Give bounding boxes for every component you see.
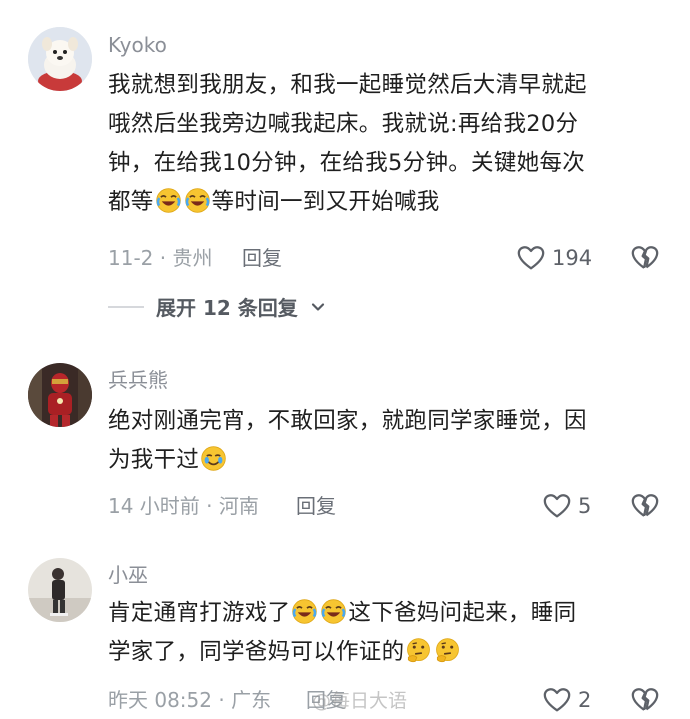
- comment-line: 钟，在给我10分钟，在给我5分钟。关键她每次: [108, 150, 586, 176]
- comment-text: 我就想到我朋友，和我一起睡觉然后大清早就起 哦然后坐我旁边喊我起床。我就说:再给…: [108, 66, 668, 222]
- expand-replies-button[interactable]: 展开 12 条回复: [108, 292, 326, 321]
- comment-text-segment: 肯定通宵打游戏了: [108, 600, 291, 626]
- laughing-crying-emoji-icon: [320, 598, 347, 625]
- comment-text-segment: 学家了，同学爸妈可以作证的: [108, 639, 405, 665]
- like-count: 194: [552, 246, 593, 270]
- like-count: 2: [578, 688, 592, 712]
- comment-text-segment: 都等: [108, 189, 154, 215]
- heart-outline-icon: [542, 491, 572, 521]
- comment-line: 肯定通宵打游戏了 这下爸妈问起来，睡同: [108, 594, 668, 633]
- broken-heart-icon: [630, 243, 660, 273]
- comment-line: 为我干过: [108, 441, 668, 480]
- chevron-down-icon: [311, 302, 324, 311]
- teary-smile-emoji-icon: [200, 445, 227, 472]
- avatar[interactable]: [28, 27, 92, 91]
- comment-text-segment: 这下爸妈问起来，睡同: [348, 600, 577, 626]
- like-button[interactable]: 194: [516, 243, 592, 273]
- comment-line: 学家了，同学爸妈可以作证的: [108, 633, 668, 672]
- watermark-text: @每日大语: [312, 690, 408, 712]
- reply-button[interactable]: 回复: [242, 246, 282, 270]
- comment-text-segment: 等时间一到又开始喊我: [211, 189, 440, 215]
- like-count: 5: [578, 494, 592, 518]
- expand-replies-label: 展开 12 条回复: [156, 296, 298, 320]
- heart-outline-icon: [542, 685, 572, 715]
- username[interactable]: Kyoko: [108, 33, 167, 57]
- laughing-crying-emoji-icon: [155, 187, 182, 214]
- thinking-face-emoji-icon: [434, 637, 461, 664]
- broken-heart-icon: [630, 491, 660, 521]
- laughing-crying-emoji-icon: [291, 598, 318, 625]
- like-button[interactable]: 5: [542, 491, 591, 521]
- avatar[interactable]: [28, 558, 92, 622]
- comment-line: 我就想到我朋友，和我一起睡觉然后大清早就起: [108, 72, 587, 98]
- comment-text-segment: 为我干过: [108, 447, 200, 473]
- comment-line: 哦然后坐我旁边喊我起床。我就说:再给我20分: [108, 111, 579, 137]
- divider-line: [108, 305, 144, 308]
- comment-line: 都等 等时间一到又开始喊我: [108, 183, 668, 222]
- dislike-button[interactable]: [630, 243, 660, 277]
- comment-meta: 14 小时前 · 河南: [108, 494, 259, 518]
- watermark: @每日大语: [312, 686, 407, 713]
- comment-line: 绝对刚通完宵，不敢回家，就跑同学家睡觉，因: [108, 408, 587, 434]
- dislike-button[interactable]: [630, 491, 660, 525]
- thinking-face-emoji-icon: [405, 637, 432, 664]
- comment-text: 肯定通宵打游戏了 这下爸妈问起来，睡同 学家了，同学爸妈可以作证的: [108, 594, 668, 672]
- username[interactable]: 兵兵熊: [108, 368, 168, 392]
- username[interactable]: 小巫: [108, 563, 148, 587]
- like-button[interactable]: 2: [542, 685, 591, 715]
- avatar[interactable]: [28, 363, 92, 427]
- comment-meta: 11-2 · 贵州: [108, 246, 213, 270]
- comment-text: 绝对刚通完宵，不敢回家，就跑同学家睡觉，因 为我干过: [108, 402, 668, 480]
- dislike-button[interactable]: [630, 685, 660, 719]
- reply-button[interactable]: 回复: [296, 494, 336, 518]
- broken-heart-icon: [630, 685, 660, 715]
- comment-meta: 昨天 08:52 · 广东: [108, 688, 272, 712]
- heart-outline-icon: [516, 243, 546, 273]
- laughing-crying-emoji-icon: [184, 187, 211, 214]
